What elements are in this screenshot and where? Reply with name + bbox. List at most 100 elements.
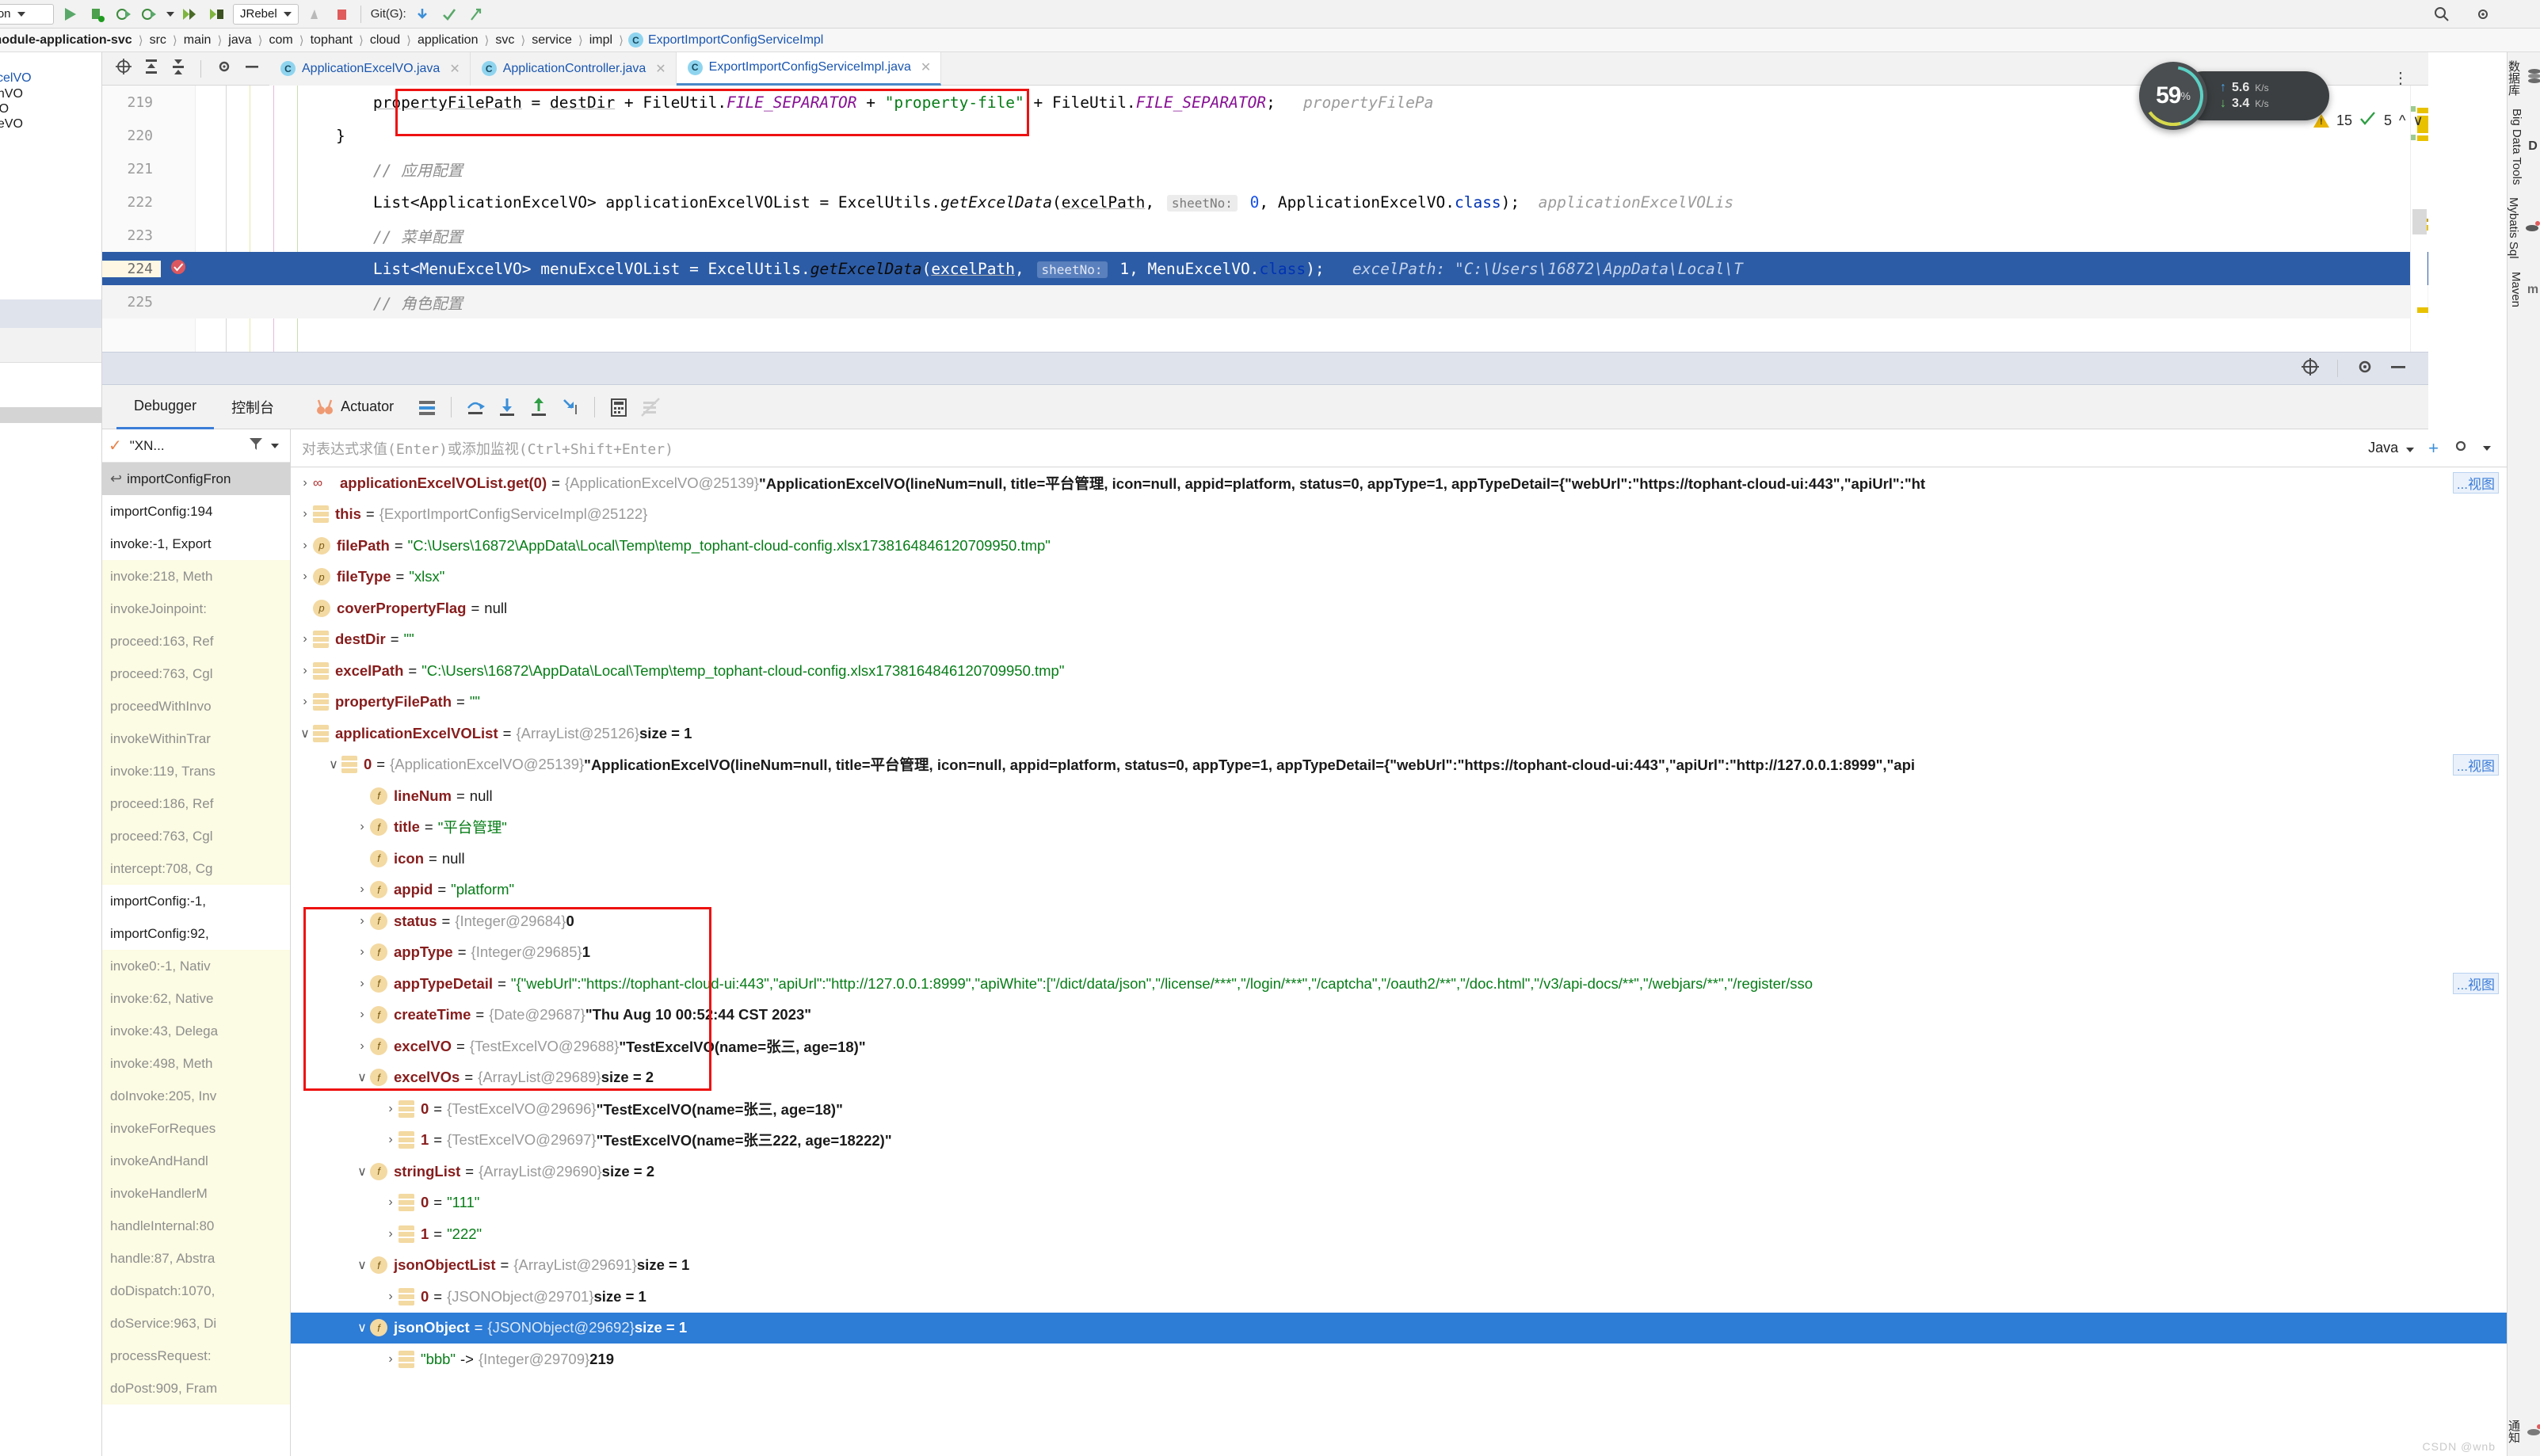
frame-row[interactable]: importConfig:194 [102,495,290,528]
frame-row[interactable]: invoke:498, Meth [102,1047,290,1080]
frame-row[interactable]: doDispatch:1070, [102,1275,290,1307]
rail-item-bigdatatools[interactable]: D Big Data Tools [2510,109,2538,185]
frame-row[interactable]: proceed:186, Ref [102,787,290,820]
variable-row[interactable]: flineNum=null [291,780,2507,812]
variable-row[interactable]: ∨0={ApplicationExcelVO@25139} "Applicati… [291,749,2507,781]
frame-row[interactable]: invoke:119, Trans [102,755,290,787]
settings-icon[interactable] [2472,3,2494,25]
frame-row[interactable]: invoke0:-1, Nativ [102,950,290,982]
breadcrumb-item-5[interactable]: cloud [368,33,402,48]
minimize-icon[interactable] [2389,357,2408,380]
close-icon[interactable]: ✕ [655,61,666,77]
editor-tab-0[interactable]: C ApplicationExcelVO.java ✕ [269,52,471,86]
expand-all-icon[interactable] [143,58,159,79]
run-to-cursor-icon[interactable] [555,391,586,424]
code-line-225[interactable]: 225 // 角色配置 [102,285,2428,318]
frame-row[interactable]: invokeWithinTrar [102,722,290,755]
chevron-right-icon[interactable]: › [354,882,370,897]
frame-row[interactable]: handle:87, Abstra [102,1242,290,1275]
chevron-right-icon[interactable]: › [297,570,313,584]
settings-gear-icon[interactable] [215,58,233,79]
inspection-widget[interactable]: 15 5 ^ ∨ [2313,111,2424,131]
breadcrumb-item-8[interactable]: service [530,33,574,48]
chevron-right-icon[interactable]: › [354,820,370,834]
build-icon[interactable] [303,3,326,25]
frames-panel[interactable]: ✓ "XN... ↩importConfigFronimportConfig:1… [102,429,291,1456]
variable-row[interactable]: ficon=null [291,843,2507,875]
prev-problem-icon[interactable]: ^ [2399,112,2405,129]
chevron-down-icon[interactable]: ∨ [354,1257,370,1273]
filter-icon[interactable] [249,436,263,455]
frame-row[interactable]: proceedWithInvo [102,690,290,722]
git-push-icon[interactable] [465,3,487,25]
variable-row[interactable]: ∨fjsonObjectList={ArrayList@29691} size … [291,1250,2507,1282]
thread-selector[interactable]: "XN... [130,438,165,454]
jrebel-run-icon[interactable] [179,3,201,25]
chevron-right-icon[interactable]: › [383,1102,399,1116]
chevron-right-icon[interactable]: › [354,1039,370,1054]
rail-item-maven[interactable]: m Maven [2509,272,2538,307]
frame-row[interactable]: invoke:218, Meth [102,560,290,593]
chevron-down-icon[interactable] [166,12,174,17]
run-configuration-selector[interactable]: ation [0,4,54,25]
variables-tree[interactable]: ›∞applicationExcelVOList.get(0)={Applica… [291,467,2507,1375]
settings-gear-icon[interactable] [2453,438,2469,458]
variable-row[interactable]: ›fappTypeDetail="{"webUrl":"https://toph… [291,968,2507,1000]
variable-row[interactable]: ∨applicationExcelVOList={ArrayList@25126… [291,718,2507,749]
watch-input-bar[interactable]: 对表达式求值(Enter)或添加监视(Ctrl+Shift+Enter) Jav… [291,429,2507,467]
chevron-right-icon[interactable]: › [297,664,313,678]
breadcrumb-item-9[interactable]: impl [588,33,614,48]
step-into-icon[interactable] [491,391,523,424]
code-editor[interactable]: 219 propertyFilePath = destDir + FileUti… [102,86,2428,352]
frame-row[interactable]: doService:963, Di [102,1307,290,1340]
chevron-right-icon[interactable]: › [354,914,370,928]
step-over-icon[interactable] [460,391,491,424]
breadcrumb-item-7[interactable]: svc [494,33,516,48]
search-everywhere-icon[interactable] [2431,3,2453,25]
chevron-down-icon[interactable] [271,444,279,448]
code-line-221[interactable]: 221 // 应用配置 [102,152,2428,185]
breakpoint-icon[interactable] [161,258,196,280]
chevron-right-icon[interactable]: › [354,977,370,991]
variable-row[interactable]: ›ftitle="平台管理" [291,812,2507,844]
breadcrumb-item-0[interactable]: src [148,33,168,48]
frame-row[interactable]: importConfig:-1, [102,885,290,917]
chevron-down-icon[interactable]: ∨ [354,1164,370,1180]
code-line-220[interactable]: 220 } [102,119,2428,152]
rail-item-notifications[interactable]: 通知 [2505,1420,2540,1443]
stop-icon[interactable] [330,3,353,25]
layout-icon[interactable] [411,391,443,424]
close-icon[interactable]: ✕ [449,61,460,77]
tab-debugger[interactable]: Debugger [116,385,214,429]
variable-row[interactable]: ›0={TestExcelVO@29696} "TestExcelVO(name… [291,1093,2507,1125]
variable-row[interactable]: ›pfilePath="C:\Users\16872\AppData\Local… [291,530,2507,562]
variable-row[interactable]: pcoverPropertyFlag=null [291,593,2507,624]
chevron-right-icon[interactable]: › [383,1290,399,1304]
view-value-link[interactable]: ...视图 [2453,973,2499,994]
chevron-right-icon[interactable]: › [297,507,313,521]
variable-row[interactable]: ›fcreateTime={Date@29687} "Thu Aug 10 00… [291,1000,2507,1031]
chevron-right-icon[interactable]: › [383,1352,399,1366]
mute-breakpoints-icon[interactable] [635,391,666,424]
frame-row[interactable]: invokeHandlerM [102,1177,290,1210]
frame-row[interactable]: ↩importConfigFron [102,463,290,495]
settings-gear-icon[interactable] [2355,357,2374,380]
tab-console[interactable]: 控制台 [214,385,292,429]
editor-tab-2[interactable]: C ExportImportConfigServiceImpl.java ✕ [677,52,942,86]
view-value-link[interactable]: ...视图 [2453,754,2499,776]
frame-row[interactable]: invoke:-1, Export [102,528,290,560]
variable-row[interactable]: ›destDir="" [291,624,2507,656]
code-line-224[interactable]: 224 List<MenuExcelVO> menuExcelVOList = … [102,252,2428,285]
chevron-down-icon[interactable]: ∨ [354,1320,370,1336]
chevron-right-icon[interactable]: › [354,945,370,959]
breadcrumb-module[interactable]: module-application-svc [0,33,134,48]
variable-row[interactable]: ∨fstringList={ArrayList@29690} size = 2 [291,1156,2507,1187]
frames-list[interactable]: ↩importConfigFronimportConfig:194invoke:… [102,463,290,1405]
chevron-down-icon[interactable]: ∨ [297,726,313,741]
chevron-right-icon[interactable]: › [354,1008,370,1022]
run-icon[interactable] [59,3,81,25]
next-problem-icon[interactable]: ∨ [2413,112,2424,129]
code-line-219[interactable]: 219 propertyFilePath = destDir + FileUti… [102,86,2428,119]
frame-row[interactable]: proceed:163, Ref [102,625,290,657]
code-line-222[interactable]: 222 List<ApplicationExcelVO> application… [102,185,2428,219]
